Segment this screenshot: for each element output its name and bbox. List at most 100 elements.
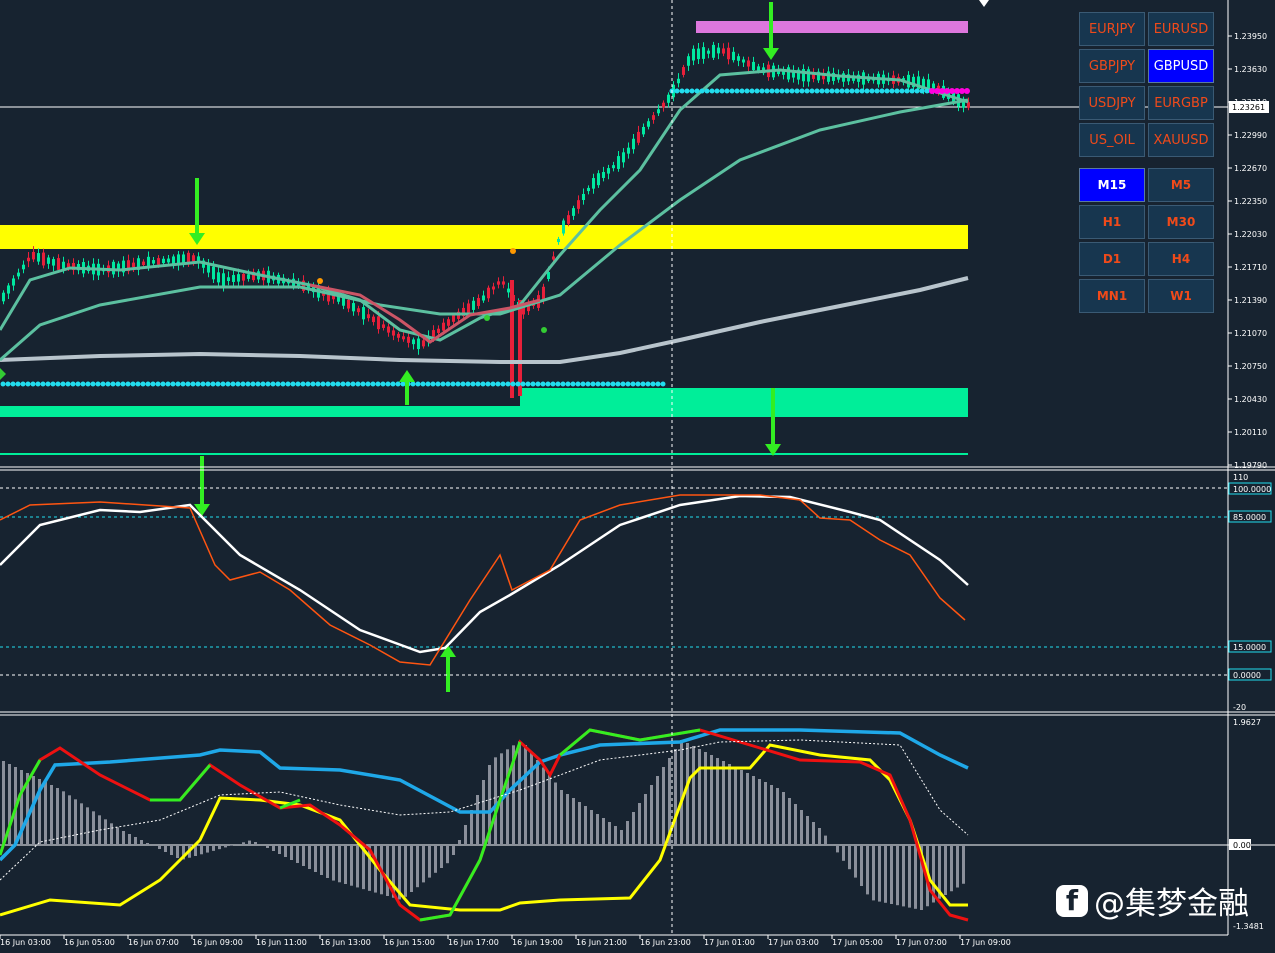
macd-hist-bar <box>236 844 239 845</box>
macd-hist-bar <box>890 845 893 904</box>
support-dot <box>40 381 46 387</box>
candle <box>557 238 560 243</box>
resistance-dot <box>884 88 890 94</box>
macd-hist-bar <box>464 825 467 845</box>
price-tick-label: 1.23630 <box>1234 65 1267 74</box>
timeframe-button-m5[interactable]: M5 <box>1148 168 1214 202</box>
macd-hist-bar <box>590 810 593 845</box>
support-dot <box>135 381 141 387</box>
macd-hist-bar <box>620 830 623 845</box>
watermark-text: @集梦金融 <box>1094 886 1249 922</box>
candle <box>17 272 20 277</box>
resistance-dot <box>729 88 735 94</box>
support-dot <box>440 381 446 387</box>
timeframe-button-w1[interactable]: W1 <box>1148 279 1214 313</box>
time-tick-label: 16 Jun 05:00 <box>64 938 115 947</box>
candle <box>347 299 350 309</box>
macd-hist-bar <box>554 782 557 845</box>
support-dot <box>140 381 146 387</box>
candle <box>577 200 580 209</box>
candle <box>617 156 620 169</box>
candle <box>787 67 790 80</box>
timeframe-button-h4[interactable]: H4 <box>1148 242 1214 276</box>
symbol-button-usdjpy[interactable]: USDJPY <box>1079 86 1145 120</box>
timeframe-button-mn1[interactable]: MN1 <box>1079 279 1145 313</box>
support-dot <box>380 381 386 387</box>
resistance-zone <box>0 225 968 249</box>
support-dot <box>285 381 291 387</box>
support-dot <box>225 381 231 387</box>
timeframe-button-m15[interactable]: M15 <box>1079 168 1145 202</box>
support-dot <box>245 381 251 387</box>
stoch-tick-label: 15.0000 <box>1233 643 1266 652</box>
macd-hist-bar <box>356 845 359 888</box>
candle <box>657 109 660 114</box>
support-dot <box>470 381 476 387</box>
resistance-dot <box>879 88 885 94</box>
candle <box>572 208 575 216</box>
macd-hist-bar <box>740 770 743 845</box>
symbol-button-gbpjpy[interactable]: GBPJPY <box>1079 49 1145 83</box>
macd-hist-bar <box>476 795 479 845</box>
macd-hist-bar <box>50 785 53 845</box>
candle <box>437 328 440 333</box>
candle <box>677 78 680 84</box>
support-dot <box>350 381 356 387</box>
support-dot <box>560 381 566 387</box>
top-zone <box>696 21 968 33</box>
support-dot <box>50 381 56 387</box>
symbol-button-xauusd[interactable]: XAUUSD <box>1148 123 1214 157</box>
candle <box>827 71 830 82</box>
candle <box>392 330 395 336</box>
support-dot <box>0 381 6 387</box>
support-dot <box>510 381 516 387</box>
macd-hist-bar <box>2 761 5 845</box>
macd-hist-bar <box>416 845 419 888</box>
watermark: f @集梦金融 <box>1056 878 1249 923</box>
macd-hist-bar <box>944 845 947 895</box>
symbol-button-eurgbp[interactable]: EURGBP <box>1148 86 1214 120</box>
support-dot <box>5 381 11 387</box>
support-dot <box>625 381 631 387</box>
macd-hist-bar <box>302 845 305 866</box>
macd-hist-bar <box>722 761 725 845</box>
time-tick-label: 16 Jun 21:00 <box>576 938 627 947</box>
support-dot <box>265 381 271 387</box>
candle <box>467 303 470 314</box>
candle <box>712 44 715 58</box>
time-tick-label: 16 Jun 15:00 <box>384 938 435 947</box>
timeframe-button-m30[interactable]: M30 <box>1148 205 1214 239</box>
support-dot <box>335 381 341 387</box>
timeframe-button-d1[interactable]: D1 <box>1079 242 1145 276</box>
time-tick-label: 17 Jun 09:00 <box>960 938 1011 947</box>
candle <box>757 66 760 71</box>
macd-hist-bar <box>92 811 95 845</box>
support-dot <box>445 381 451 387</box>
timeframe-button-h1[interactable]: H1 <box>1079 205 1145 239</box>
stochastic-panel[interactable] <box>0 456 1228 692</box>
stoch-main-line <box>0 494 969 654</box>
support-dot <box>45 381 51 387</box>
resistance-dot <box>849 88 855 94</box>
symbol-button-us_oil[interactable]: US_OIL <box>1079 123 1145 157</box>
support-dot <box>215 381 221 387</box>
support-dot <box>540 381 546 387</box>
macd-hist-bar <box>536 760 539 845</box>
symbol-button-eurjpy[interactable]: EURJPY <box>1079 12 1145 46</box>
support-dot <box>230 381 236 387</box>
support-dot <box>320 381 326 387</box>
support-dot <box>490 381 496 387</box>
price-panel[interactable] <box>0 0 1228 456</box>
symbol-button-gbpusd[interactable]: GBPUSD <box>1148 49 1214 83</box>
candle-spike <box>510 280 514 398</box>
macd-hist-bar <box>872 845 875 901</box>
support-dot <box>125 381 131 387</box>
symbol-button-eurusd[interactable]: EURUSD <box>1148 12 1214 46</box>
support-dot <box>20 381 26 387</box>
macd-hist-bar <box>746 773 749 845</box>
support-dot <box>25 381 31 387</box>
macd-hist-bar <box>632 812 635 845</box>
macd-hist-bar <box>158 845 161 849</box>
macd-hist-bar <box>578 802 581 845</box>
macd-hist-bar <box>116 827 119 845</box>
